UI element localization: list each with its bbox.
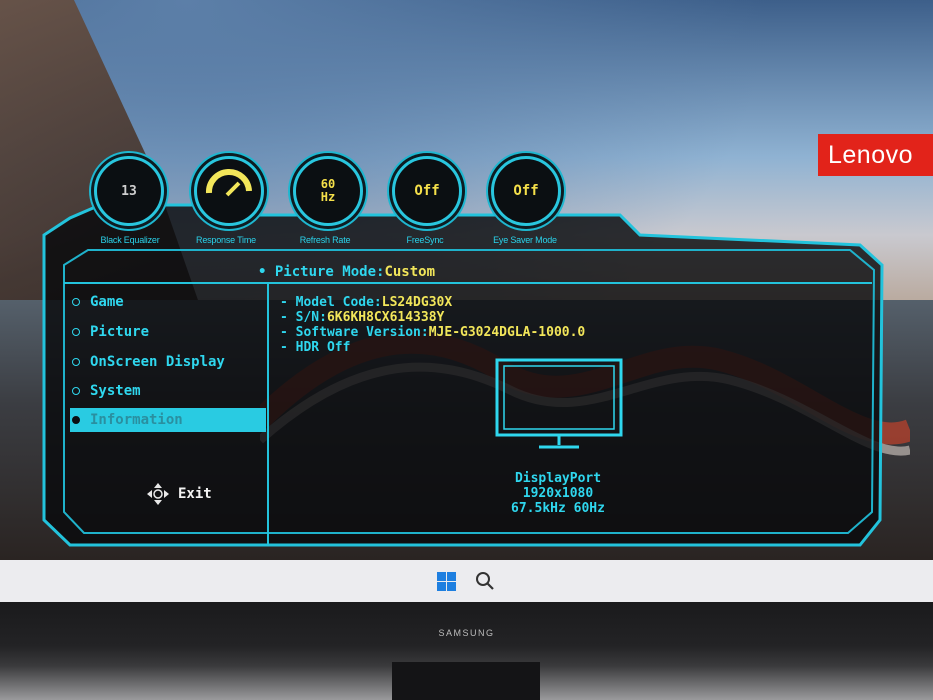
menu-item-picture[interactable]: Picture xyxy=(70,320,266,344)
menu-item-label: Picture xyxy=(90,324,150,340)
osd-frame xyxy=(42,203,884,547)
joystick-dpad-icon xyxy=(147,483,169,505)
software-version-line: - Software Version:MJE-G3024DGLA-1000.0 xyxy=(280,325,585,340)
eye-saver-label: Eye Saver Mode xyxy=(493,235,557,245)
gauge-needle-icon xyxy=(205,168,252,197)
exit-button[interactable]: Exit xyxy=(146,482,212,506)
info-label: - S/N: xyxy=(280,310,327,325)
info-value: LS24DG30X xyxy=(381,295,453,310)
eye-saver-dial[interactable]: Off xyxy=(491,156,561,226)
info-label: - Model Code: xyxy=(280,295,382,310)
black-equalizer-dial[interactable]: 13 xyxy=(94,156,164,226)
info-value: MJE-G3024DGLA-1000.0 xyxy=(428,325,586,340)
response-time-dial[interactable] xyxy=(194,156,264,226)
menu-bullet xyxy=(72,357,80,366)
menu-item-game[interactable]: Game xyxy=(70,290,266,314)
port-frequency: 67.5kHz 60Hz xyxy=(511,501,605,516)
freesync-dial[interactable]: Off xyxy=(392,156,462,226)
menu-item-information[interactable]: Information xyxy=(70,408,266,432)
response-time-label: Response Time xyxy=(196,235,256,245)
windows-start-icon[interactable] xyxy=(437,572,456,591)
picture-mode-value: Custom xyxy=(384,264,436,280)
port-resolution: 1920x1080 xyxy=(522,486,594,501)
menu-bullet xyxy=(72,386,80,395)
menu-bullet xyxy=(72,415,80,424)
refresh-rate-label: Refresh Rate xyxy=(299,235,351,245)
exit-label: Exit xyxy=(178,486,212,502)
port-name: DisplayPort xyxy=(514,471,602,486)
menu-item-label: Information xyxy=(90,412,183,428)
info-label: - HDR Off xyxy=(280,340,351,355)
menu-item-label: OnScreen Display xyxy=(90,354,225,370)
menu-item-onscreen-display[interactable]: OnScreen Display xyxy=(70,350,266,374)
monitor-stand xyxy=(392,662,540,700)
taskbar xyxy=(0,560,933,602)
monitor-brand: SAMSUNG xyxy=(438,628,495,638)
picture-mode-header: • Picture Mode:Custom xyxy=(258,264,435,280)
menu-bullet xyxy=(72,297,80,306)
input-signal-info: DisplayPort 1920x1080 67.5kHz 60Hz xyxy=(470,471,646,516)
search-icon[interactable] xyxy=(474,570,496,592)
model-code-line: - Model Code:LS24DG30X xyxy=(280,295,452,310)
black-equalizer-label: Black Equalizer xyxy=(100,235,160,245)
menu-item-label: Game xyxy=(90,294,124,310)
info-label: - Software Version: xyxy=(280,325,429,340)
monitor-icon xyxy=(495,358,623,449)
serial-number-line: - S/N:6K6KH8CX614338Y xyxy=(280,310,444,325)
menu-bullet xyxy=(72,327,80,336)
picture-mode-label: • Picture Mode: xyxy=(258,264,385,280)
refresh-rate-dial[interactable]: 60 Hz xyxy=(293,156,363,226)
hdr-status-line: - HDR Off xyxy=(280,340,350,355)
menu-item-label: System xyxy=(90,383,141,399)
info-value: 6K6KH8CX614338Y xyxy=(326,310,445,325)
freesync-label: FreeSync xyxy=(406,235,444,245)
menu-item-system[interactable]: System xyxy=(70,379,266,403)
